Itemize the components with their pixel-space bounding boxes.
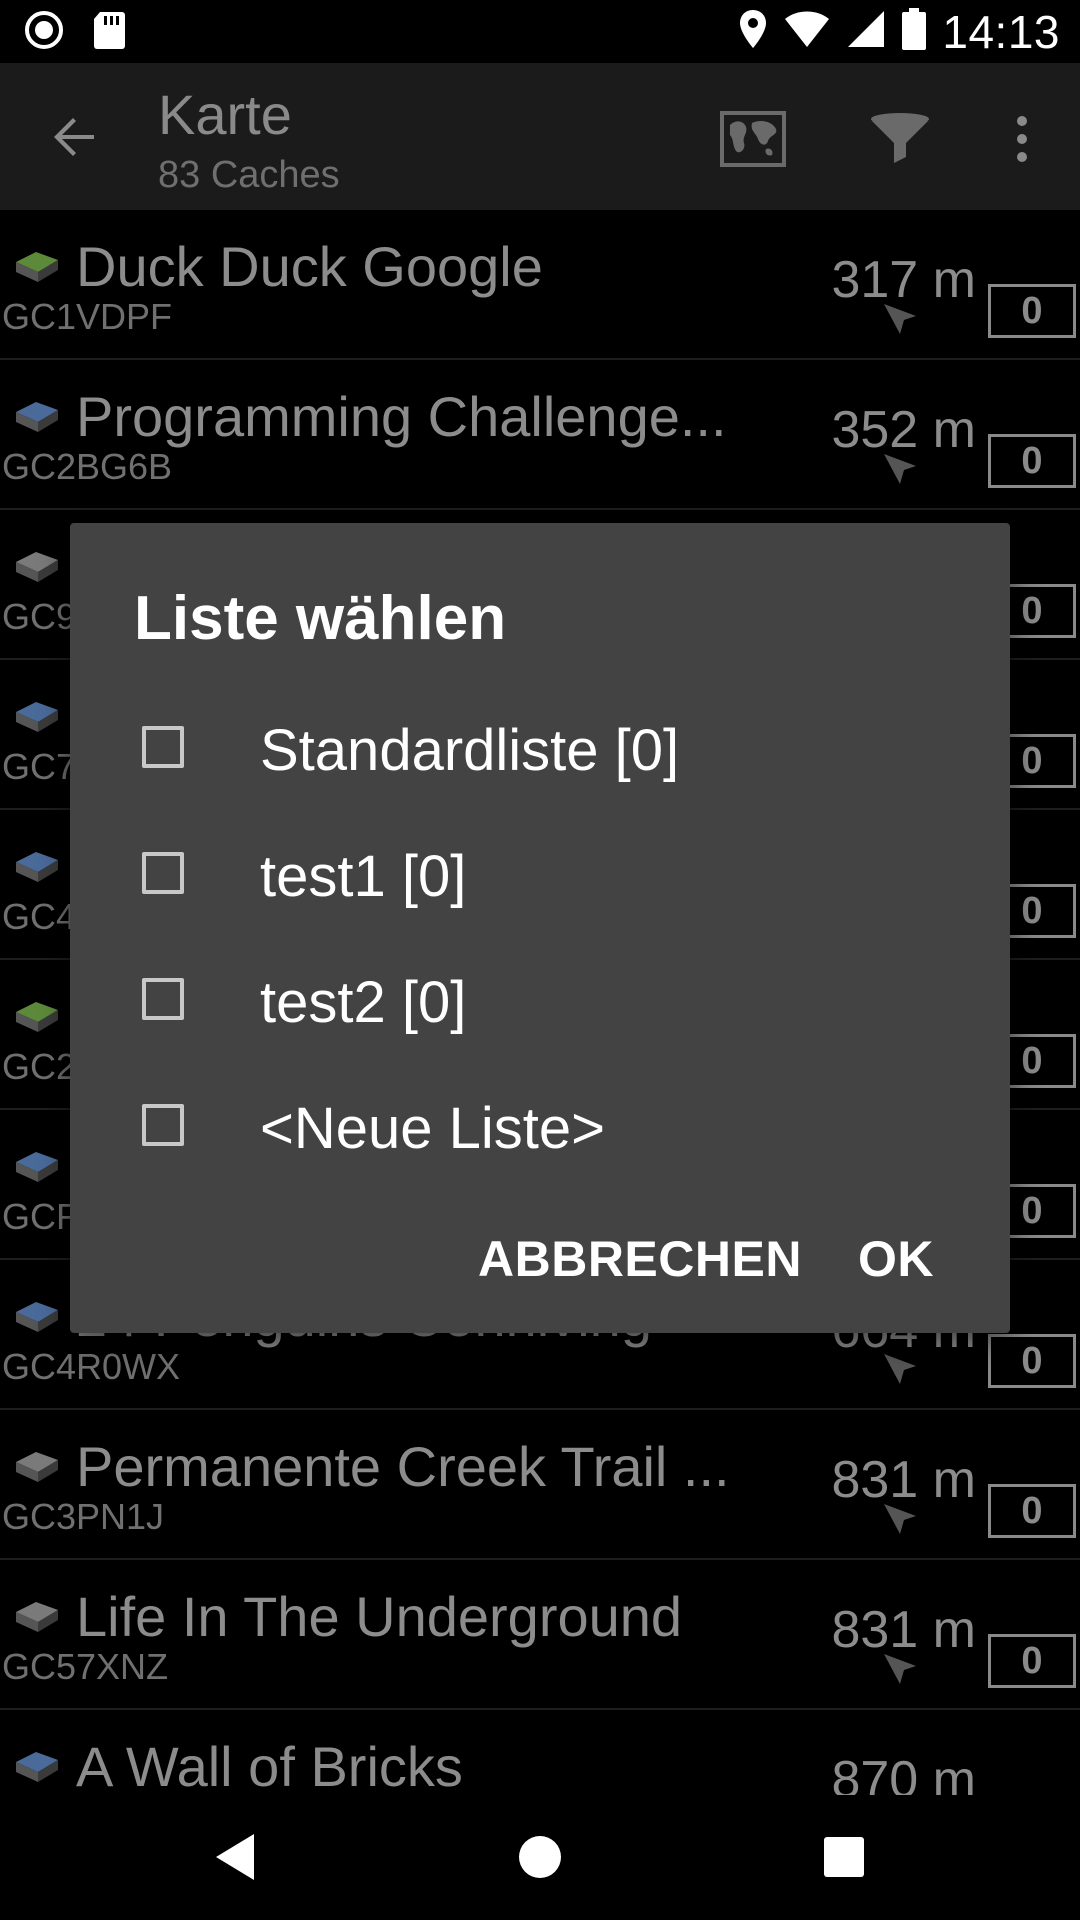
cache-code: GC7: [2, 746, 77, 787]
cache-name: Programming Challenge...: [76, 385, 727, 448]
direction-arrow-icon: [880, 448, 920, 488]
page-subtitle: 83 Caches: [158, 154, 340, 196]
checkbox[interactable]: [142, 1104, 184, 1146]
signal-icon: [846, 9, 886, 54]
cache-code: GC3PN1J: [2, 1496, 165, 1537]
cache-code: GC4R0WX: [2, 1346, 181, 1387]
cache-type-icon: [12, 396, 62, 436]
cache-code: GC57XNZ: [2, 1646, 169, 1687]
list-option-new-list[interactable]: <Neue Liste>: [70, 1071, 1010, 1181]
sd-card-icon: [92, 10, 126, 55]
nav-back-button[interactable]: [196, 1817, 276, 1897]
cache-type-icon: [12, 996, 62, 1036]
cache-type-icon: [12, 1446, 62, 1486]
cache-code: GC2BG6B: [2, 446, 173, 487]
overflow-menu-button[interactable]: [982, 99, 1062, 179]
option-label: test1 [0]: [260, 844, 467, 909]
record-icon: [24, 10, 64, 55]
checkbox[interactable]: [142, 978, 184, 1020]
cancel-button[interactable]: ABBRECHEN: [478, 1230, 802, 1288]
direction-arrow-icon: [880, 298, 920, 338]
cache-list-item[interactable]: Programming Challenge... GC2BG6B 352 m0: [0, 360, 1080, 510]
cache-count-badge: 0: [988, 1634, 1076, 1688]
filter-button[interactable]: [860, 99, 940, 179]
cache-count-badge: 0: [988, 1334, 1076, 1388]
checkbox[interactable]: [142, 852, 184, 894]
cache-type-icon: [12, 1296, 62, 1336]
option-label: Standardliste [0]: [260, 718, 680, 783]
list-option-standardliste[interactable]: Standardliste [0]: [70, 693, 1010, 803]
cache-code: GC9: [2, 596, 77, 637]
navigation-bar: [0, 1795, 1080, 1920]
cache-name: Duck Duck Google: [76, 235, 543, 298]
cache-list-item[interactable]: Permanente Creek Trail ... GC3PN1J 831 m0: [0, 1410, 1080, 1560]
cache-distance: 870 m: [831, 1751, 976, 1795]
cache-type-icon: [12, 1596, 62, 1636]
cache-count-badge: 0: [988, 434, 1076, 488]
cache-name: Life In The Underground: [76, 1585, 683, 1648]
page-title: Karte: [158, 83, 292, 146]
nav-back-icon: [216, 1834, 254, 1880]
battery-icon: [902, 8, 927, 55]
dialog-title: Liste wählen: [134, 584, 507, 653]
filter-icon: [871, 113, 929, 163]
cache-name: A Wall of Bricks: [76, 1735, 463, 1795]
cache-type-icon: [12, 696, 62, 736]
app-bar: Karte 83 Caches: [0, 63, 1080, 210]
cache-code: GCF: [2, 1196, 78, 1237]
arrow-left-icon: [54, 118, 94, 156]
wifi-icon: [784, 10, 830, 53]
cache-type-icon: [12, 1746, 62, 1786]
list-option-test1[interactable]: test1 [0]: [70, 819, 1010, 929]
location-icon: [738, 9, 768, 54]
clock: 14:13: [942, 5, 1060, 58]
list-option-test2[interactable]: test2 [0]: [70, 945, 1010, 1055]
cache-code: GC4: [2, 896, 77, 937]
cache-type-icon: [12, 846, 62, 886]
option-label: <Neue Liste>: [260, 1096, 606, 1161]
back-button[interactable]: [42, 105, 106, 169]
cache-list-item[interactable]: Duck Duck Google GC1VDPF 317 m0: [0, 210, 1080, 360]
direction-arrow-icon: [880, 1348, 920, 1388]
cache-list-item[interactable]: A Wall of Bricks 870 m: [0, 1710, 1080, 1795]
cache-type-icon: [12, 246, 62, 286]
cache-type-icon: [12, 546, 62, 586]
world-map-icon: [720, 111, 786, 167]
ok-button[interactable]: OK: [858, 1230, 934, 1288]
cache-type-icon: [12, 1146, 62, 1186]
status-bar: 14:13: [0, 0, 1080, 63]
choose-list-dialog: Liste wählen Standardliste [0] test1 [0]…: [70, 523, 1010, 1333]
nav-home-button[interactable]: [500, 1817, 580, 1897]
map-view-button[interactable]: [713, 99, 793, 179]
direction-arrow-icon: [880, 1498, 920, 1538]
cache-code: GC2: [2, 1046, 77, 1087]
option-label: test2 [0]: [260, 970, 467, 1035]
nav-home-icon: [519, 1836, 561, 1878]
cache-count-badge: 0: [988, 284, 1076, 338]
cache-code: GC1VDPF: [2, 296, 173, 337]
cache-name: Permanente Creek Trail ...: [76, 1435, 730, 1498]
nav-recents-icon: [824, 1837, 864, 1877]
cache-count-badge: 0: [988, 1484, 1076, 1538]
nav-recents-button[interactable]: [804, 1817, 884, 1897]
checkbox[interactable]: [142, 726, 184, 768]
cache-list-item[interactable]: Life In The Underground GC57XNZ 831 m0: [0, 1560, 1080, 1710]
more-vert-icon: [1017, 116, 1027, 162]
direction-arrow-icon: [880, 1648, 920, 1688]
